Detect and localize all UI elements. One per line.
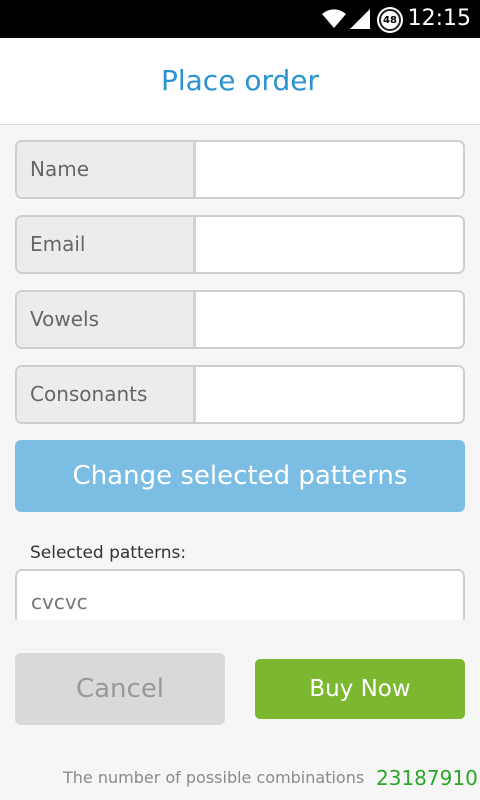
buy-now-button[interactable]: Buy Now — [255, 659, 465, 719]
name-label: Name — [17, 142, 196, 197]
email-input[interactable] — [199, 217, 463, 272]
battery-icon: 48 — [377, 7, 403, 33]
vowels-label: Vowels — [17, 292, 196, 347]
vowels-input[interactable] — [199, 292, 463, 347]
battery-level: 48 — [379, 9, 401, 31]
signal-icon — [349, 8, 371, 34]
wifi-icon — [321, 6, 347, 34]
selected-patterns-box[interactable]: cvcvc — [15, 569, 465, 620]
status-bar: 48 12:15 — [0, 0, 480, 38]
name-input[interactable] — [199, 142, 463, 197]
header: Place order — [0, 38, 480, 125]
combinations-value: 23187910 — [376, 766, 478, 790]
email-label: Email — [17, 217, 196, 272]
email-field: Email — [15, 215, 465, 274]
name-field: Name — [15, 140, 465, 199]
consonants-input[interactable] — [199, 367, 463, 422]
page-title: Place order — [160, 64, 319, 97]
vowels-field: Vowels — [15, 290, 465, 349]
cancel-button[interactable]: Cancel — [15, 653, 225, 725]
consonants-field: Consonants — [15, 365, 465, 424]
consonants-label: Consonants — [17, 367, 196, 422]
selected-patterns-label: Selected patterns: — [30, 543, 187, 563]
selected-patterns-value: cvcvc — [31, 590, 88, 614]
change-patterns-button[interactable]: Change selected patterns — [15, 440, 465, 512]
status-clock: 12:15 — [407, 6, 471, 31]
combinations-label: The number of possible combinations — [63, 768, 365, 787]
